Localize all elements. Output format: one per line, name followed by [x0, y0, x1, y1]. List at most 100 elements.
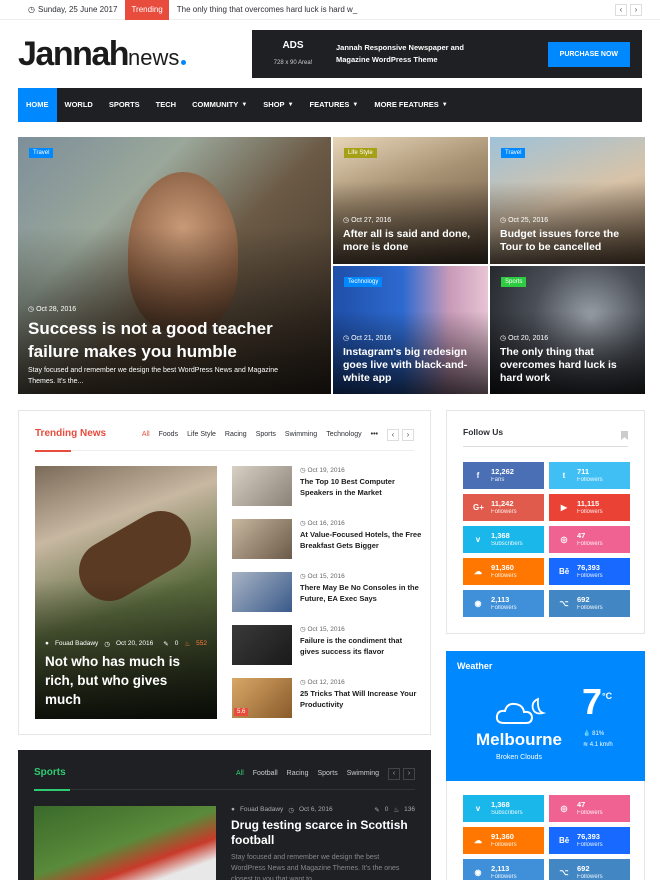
nav-item-features[interactable]: FEATURES ▼: [302, 88, 367, 122]
post-date: ◷ Oct 15, 2016: [300, 626, 345, 633]
follower-label: Followers: [577, 573, 603, 579]
post-thumbnail[interactable]: [232, 572, 292, 612]
filter-racing[interactable]: Racing: [225, 431, 247, 438]
filter-foods[interactable]: Foods: [159, 431, 178, 438]
social-counter[interactable]: Bē 76,393 Followers: [549, 558, 630, 585]
post-title[interactable]: The Top 10 Best Computer Speakers in the…: [300, 477, 422, 498]
category-tag[interactable]: Sports: [501, 277, 527, 287]
social-counter[interactable]: t 711 Followers: [549, 462, 630, 489]
post-thumbnail[interactable]: 5.6: [232, 678, 292, 718]
category-tag[interactable]: Technology: [344, 277, 383, 287]
filter-all[interactable]: All: [142, 431, 150, 438]
social-counter[interactable]: v 1,368 Subscribers: [463, 795, 544, 822]
post-title[interactable]: Instagram's big redesign goes live with …: [343, 346, 480, 385]
post-title[interactable]: There May Be No Consoles in the Future, …: [300, 583, 422, 604]
filter-swimming[interactable]: Swimming: [285, 431, 317, 438]
nav-item-shop[interactable]: SHOP ▼: [255, 88, 301, 122]
post-title[interactable]: Success is not a good teacher failure ma…: [28, 317, 323, 363]
block-next-button[interactable]: ›: [403, 767, 415, 780]
block-prev-button[interactable]: ‹: [387, 428, 399, 441]
post-title[interactable]: Drug testing scarce in Scottish football: [231, 818, 411, 848]
chevron-right-icon: ›: [406, 430, 410, 439]
list-item[interactable]: ◷ Oct 15, 2016 Failure is the condiment t…: [232, 625, 422, 665]
post-title[interactable]: Not who has much is rich, but who gives …: [45, 652, 207, 709]
category-tag[interactable]: Travel: [29, 148, 54, 158]
filter-sports[interactable]: Sports: [256, 431, 276, 438]
social-icon: ☁: [474, 836, 482, 845]
social-counter[interactable]: ◎ 47 Followers: [549, 795, 630, 822]
social-counter[interactable]: ⌥ 692 Followers: [549, 859, 630, 880]
nav-item-community[interactable]: COMMUNITY ▼: [184, 88, 255, 122]
ad-banner[interactable]: ADS 728 x 90 Area! Jannah Responsive New…: [252, 30, 642, 78]
sports-post-image[interactable]: [34, 806, 216, 880]
nav-item-home[interactable]: HOME: [18, 88, 57, 122]
social-counter[interactable]: ◎ 47 Followers: [549, 526, 630, 553]
social-counter[interactable]: G+ 11,242 Followers: [463, 494, 544, 521]
filter-all[interactable]: All: [236, 770, 244, 777]
category-tag[interactable]: Life Style: [344, 148, 377, 158]
filter-swimming[interactable]: Swimming: [347, 770, 379, 777]
filter-football[interactable]: Football: [253, 770, 278, 777]
clock-icon: ◷: [288, 807, 294, 814]
social-counter[interactable]: ▶ 11,115 Followers: [549, 494, 630, 521]
social-counter[interactable]: ☁ 91,360 Followers: [463, 558, 544, 585]
hero-post-2[interactable]: Travel ◷ Oct 25, 2016 Budget issues forc…: [490, 137, 645, 264]
post-thumbnail[interactable]: [232, 466, 292, 506]
social-icon: v: [475, 804, 481, 813]
social-counters-repeat: v 1,368 Subscribers ◎ 47 Followers ☁ 91,360 Foll…: [446, 781, 645, 880]
post-thumbnail[interactable]: [232, 519, 292, 559]
list-item[interactable]: 5.6 ◷ Oct 12, 2016 25 Tricks That Will In…: [232, 678, 422, 718]
more-filters-button[interactable]: •••: [371, 431, 378, 438]
nav-item-tech[interactable]: TECH: [148, 88, 184, 122]
temperature-unit: °C: [602, 691, 613, 701]
social-counter[interactable]: f 12,262 Fans: [463, 462, 544, 489]
ticker-next-button[interactable]: ›: [630, 3, 642, 16]
page: ◷ Sunday, 25 June 2017 Trending The only…: [0, 0, 660, 880]
list-item[interactable]: ◷ Oct 19, 2016 The Top 10 Best Computer S…: [232, 466, 422, 506]
social-counter[interactable]: Bē 76,393 Followers: [549, 827, 630, 854]
news-ticker[interactable]: The only thing that overcomes hard luck …: [177, 5, 615, 14]
purchase-now-button[interactable]: PURCHASE NOW: [547, 41, 630, 67]
hero-post-4[interactable]: Sports ◷ Oct 20, 2016 The only thing tha…: [490, 266, 645, 394]
block-prev-button[interactable]: ‹: [388, 767, 400, 780]
hero-post-3[interactable]: Technology ◷ Oct 21, 2016 Instagram's bi…: [333, 266, 488, 394]
nav-item-more-features[interactable]: MORE FEATURES ▼: [366, 88, 455, 122]
nav-label: SPORTS: [108, 100, 140, 109]
filter-sports[interactable]: Sports: [317, 770, 337, 777]
social-counter[interactable]: ☁ 91,360 Followers: [463, 827, 544, 854]
category-tag[interactable]: Travel: [501, 148, 526, 158]
follower-label: Subscribers: [491, 541, 523, 547]
ticker-prev-button[interactable]: ‹: [615, 3, 627, 16]
post-thumbnail[interactable]: [232, 625, 292, 665]
block-next-button[interactable]: ›: [402, 428, 414, 441]
nav-item-sports[interactable]: SPORTS: [101, 88, 148, 122]
hero-main-post[interactable]: Travel ◷ Oct 28, 2016 Success is not a g…: [18, 137, 331, 394]
list-item[interactable]: ◷ Oct 15, 2016 There May Be No Consoles i…: [232, 572, 422, 612]
title-line: Success is not a good teacher: [28, 319, 273, 338]
list-item[interactable]: ◷ Oct 16, 2016 At Value-Focused Hotels, t…: [232, 519, 422, 559]
post-author[interactable]: Fouad Badawy: [55, 640, 98, 648]
post-excerpt: Stay focused and remember we design the …: [231, 854, 400, 880]
social-counter[interactable]: v 1,368 Subscribers: [463, 526, 544, 553]
filter-life-style[interactable]: Life Style: [187, 431, 216, 438]
social-counter[interactable]: ⌥ 692 Followers: [549, 590, 630, 617]
post-title[interactable]: Failure is the condiment that gives succ…: [300, 636, 422, 657]
social-counter[interactable]: ◉ 2,113 Followers: [463, 859, 544, 880]
filter-racing[interactable]: Racing: [287, 770, 309, 777]
follower-count: 11,242: [491, 499, 514, 508]
nav-item-world[interactable]: WORLD: [57, 88, 101, 122]
post-title[interactable]: 25 Tricks That Will Increase Your Produc…: [300, 689, 422, 710]
follower-count: 47: [577, 800, 586, 809]
post-title[interactable]: Budget issues force the Tour to be cance…: [500, 228, 637, 254]
post-author[interactable]: Fouad Badawy: [240, 806, 283, 814]
hero-post-1[interactable]: Life Style ◷ Oct 27, 2016 After all is s…: [333, 137, 488, 264]
follower-count: 91,360: [491, 832, 514, 841]
post-title[interactable]: After all is said and done, more is done: [343, 228, 480, 254]
filter-technology[interactable]: Technology: [326, 431, 361, 438]
site-logo[interactable]: Jannah news: [18, 35, 187, 74]
social-icon: ◉: [474, 868, 482, 877]
post-title[interactable]: The only thing that overcomes hard luck …: [500, 346, 637, 385]
post-title[interactable]: At Value-Focused Hotels, the Free Breakf…: [300, 530, 422, 551]
featured-post[interactable]: ● Fouad Badawy ◷ Oct 20, 2016 ✎ 0 ♨ 552 Not …: [35, 466, 217, 719]
social-counter[interactable]: ◉ 2,113 Followers: [463, 590, 544, 617]
